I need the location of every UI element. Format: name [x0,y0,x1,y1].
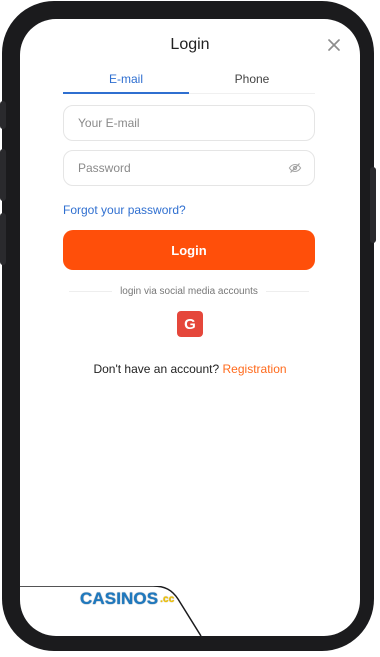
login-screen: Login E-mail Phone Forgot your password?… [20,19,360,636]
forgot-password-link[interactable]: Forgot your password? [63,203,186,217]
google-icon: G [184,315,196,333]
google-login-button[interactable]: G [177,311,203,337]
casinos-logo: CASINOS .cc [80,586,174,612]
registration-row: Don't have an account? Registration [20,362,360,376]
tab-email[interactable]: E-mail [63,71,189,94]
email-field[interactable] [63,105,315,141]
phone-button-left-3 [0,213,6,265]
registration-link[interactable]: Registration [223,362,287,376]
phone-button-left-2 [0,149,6,201]
social-divider: login via social media accounts [69,285,310,297]
close-icon[interactable] [327,38,341,52]
login-tabs: E-mail Phone [63,71,315,94]
password-input[interactable] [76,160,280,176]
casinos-logo-text: CASINOS [80,589,159,608]
social-login-label: login via social media accounts [120,285,258,297]
phone-button-right [370,167,376,243]
password-field[interactable] [63,150,315,186]
page-title: Login [170,36,210,53]
casinos-logo-suffix: .cc [160,593,175,605]
phone-frame: Login E-mail Phone Forgot your password?… [0,1,376,651]
eye-off-icon[interactable] [288,161,302,175]
login-button[interactable]: Login [63,230,315,270]
phone-button-left-1 [0,101,6,129]
divider-line-right [265,290,310,292]
registration-prompt: Don't have an account? [93,362,220,376]
tab-phone[interactable]: Phone [189,71,315,93]
divider-line-left [69,290,113,292]
email-input[interactable] [76,115,302,131]
